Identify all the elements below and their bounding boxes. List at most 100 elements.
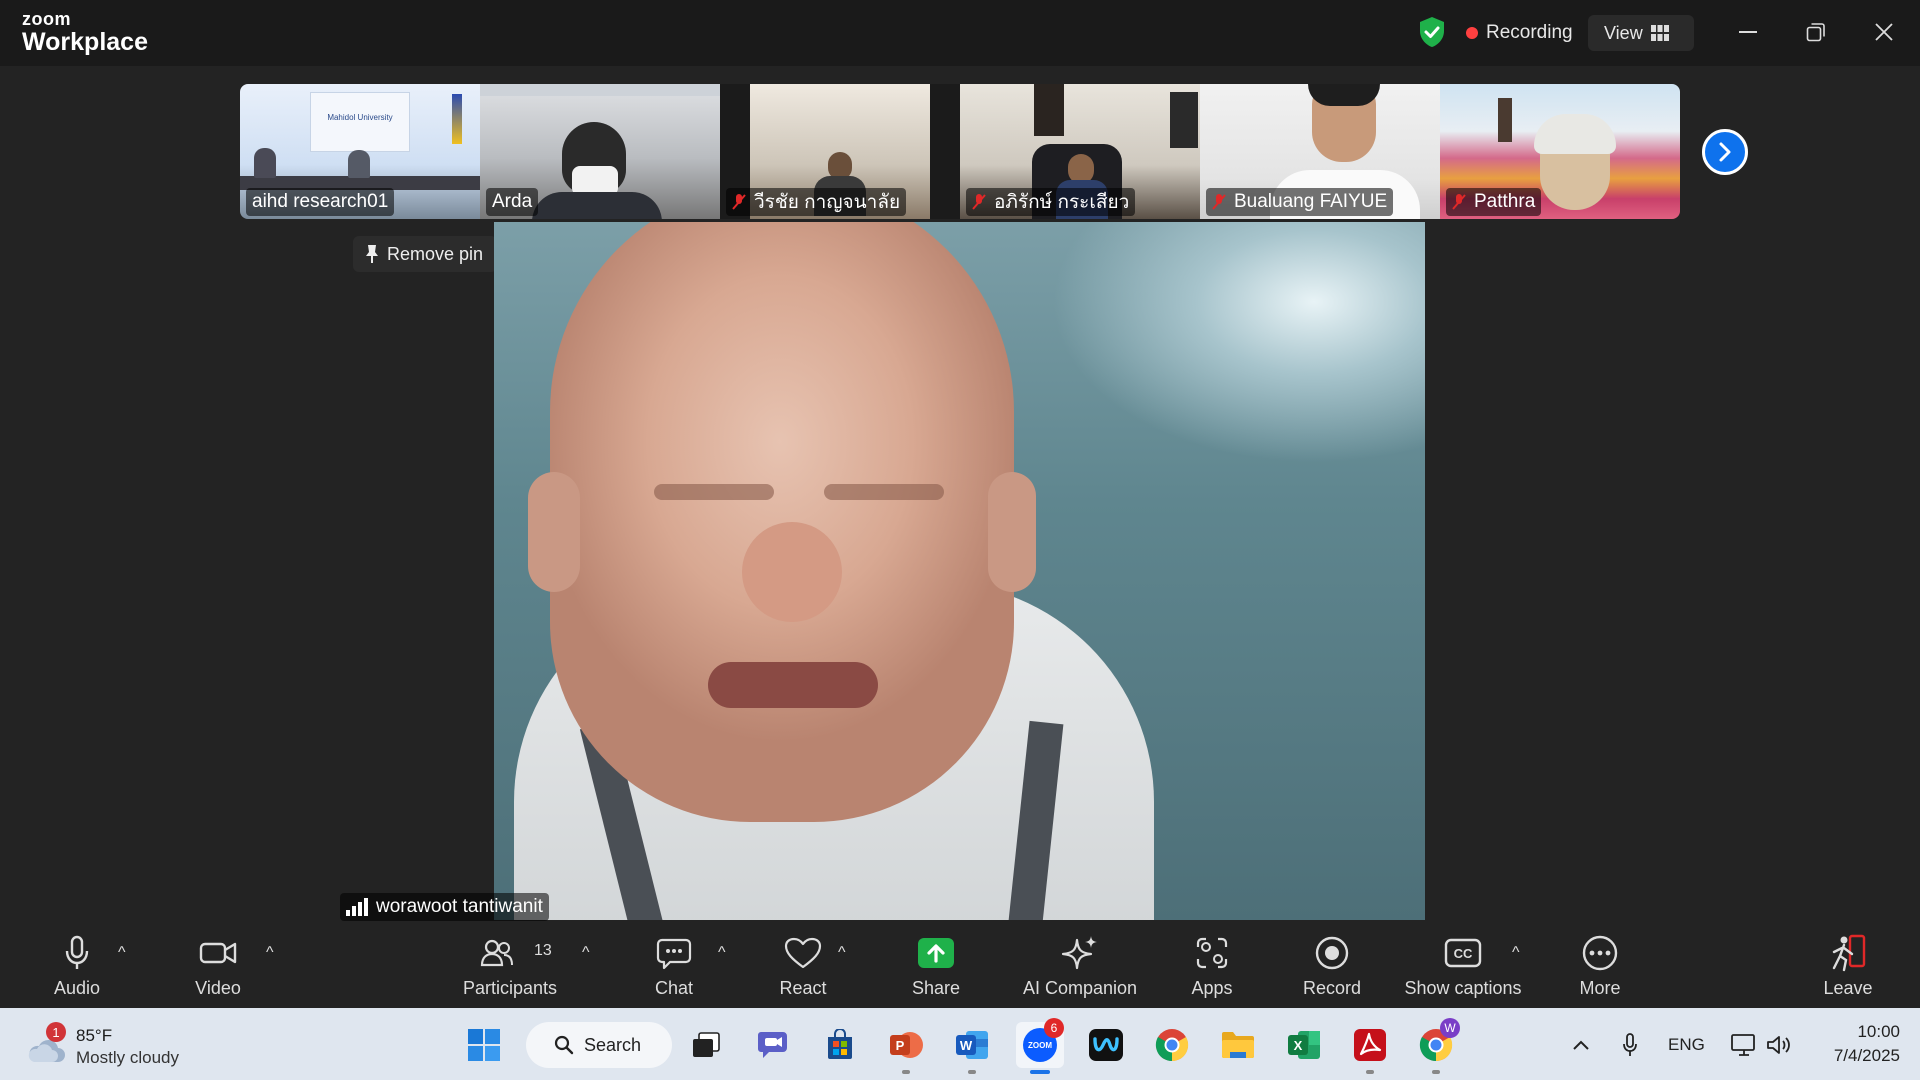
captions-options-caret[interactable]: ^ bbox=[1512, 944, 1520, 962]
restore-button[interactable] bbox=[1794, 14, 1838, 50]
microsoft-store-icon bbox=[828, 1029, 852, 1059]
mic-muted-icon bbox=[1452, 194, 1466, 210]
task-view-icon bbox=[693, 1032, 720, 1057]
task-view-button[interactable] bbox=[682, 1022, 730, 1068]
participant-tile[interactable]: Patthra bbox=[1440, 84, 1680, 219]
recording-dot-icon bbox=[1466, 27, 1478, 39]
pinned-video[interactable] bbox=[494, 222, 1425, 920]
video-options-caret[interactable]: ^ bbox=[266, 944, 274, 962]
weather-alert-badge: 1 bbox=[46, 1022, 66, 1042]
react-button[interactable]: React bbox=[776, 932, 830, 1008]
remove-pin-label: Remove pin bbox=[387, 243, 484, 264]
recording-indicator[interactable]: Recording bbox=[1466, 18, 1573, 48]
windows-start-icon bbox=[468, 1029, 500, 1061]
taskbar-app-chrome-profile[interactable]: W bbox=[1412, 1018, 1460, 1074]
more-button[interactable]: More bbox=[1576, 932, 1624, 1008]
system-clock[interactable]: 10:00 7/4/2025 bbox=[1800, 1020, 1900, 1068]
participants-options-caret[interactable]: ^ bbox=[582, 944, 590, 962]
encryption-shield-icon[interactable] bbox=[1418, 16, 1446, 48]
share-label: Share bbox=[911, 978, 961, 998]
flag bbox=[452, 94, 462, 144]
participant-name: aihd research01 bbox=[252, 191, 389, 212]
remove-pin-button[interactable]: Remove pin bbox=[353, 236, 498, 272]
participant-tile[interactable]: Bualuang FAIYUE bbox=[1200, 84, 1440, 219]
minimize-icon bbox=[1739, 31, 1757, 33]
react-options-caret[interactable]: ^ bbox=[838, 944, 846, 962]
video-button[interactable]: Video bbox=[188, 932, 248, 1008]
taskbar-app-acrobat[interactable] bbox=[1346, 1022, 1394, 1074]
participants-button[interactable]: 13 Participants bbox=[458, 932, 562, 1008]
taskbar-app-powerpoint[interactable]: P bbox=[882, 1022, 930, 1074]
tray-network[interactable] bbox=[1730, 1030, 1758, 1060]
zoom-logo-text: ZOOM bbox=[1028, 1041, 1052, 1050]
zoom-notification-badge: 6 bbox=[1044, 1018, 1064, 1038]
chat-options-caret[interactable]: ^ bbox=[718, 944, 726, 962]
leave-label: Leave bbox=[1823, 978, 1873, 998]
taskbar-app-chrome[interactable] bbox=[1148, 1022, 1196, 1068]
participant-tile[interactable]: วีรชัย กาญจนาลัย bbox=[720, 84, 960, 219]
next-page-button[interactable] bbox=[1702, 129, 1748, 175]
microphone-icon bbox=[1623, 1033, 1637, 1056]
taskbar-app-excel[interactable]: X bbox=[1280, 1022, 1328, 1068]
university-banner: Mahidol University bbox=[310, 92, 410, 152]
taskbar-app-teams-meeting[interactable] bbox=[750, 1022, 798, 1068]
close-button[interactable] bbox=[1862, 14, 1906, 50]
chat-button[interactable]: Chat bbox=[648, 932, 700, 1008]
folder-icon bbox=[1222, 1032, 1254, 1058]
audio-options-caret[interactable]: ^ bbox=[118, 944, 126, 962]
apps-button[interactable]: Apps bbox=[1188, 932, 1236, 1008]
record-icon bbox=[1315, 936, 1349, 970]
chat-label: Chat bbox=[654, 978, 694, 998]
network-icon bbox=[1731, 1034, 1755, 1056]
taskbar-search[interactable]: Search bbox=[526, 1022, 672, 1068]
chrome-profile-badge: W bbox=[1440, 1018, 1460, 1038]
windows-taskbar: 1 85°F Mostly cloudy Search P W ZOOM 6 X bbox=[0, 1008, 1920, 1080]
show-captions-label: Show captions bbox=[1404, 978, 1522, 998]
taskbar-app-webex[interactable] bbox=[1082, 1022, 1130, 1068]
ai-sparkle-icon bbox=[1061, 936, 1097, 970]
share-screen-icon bbox=[918, 938, 954, 968]
closed-captions-icon: CC bbox=[1444, 938, 1482, 968]
participant-tile[interactable]: Arda bbox=[480, 84, 720, 219]
minimize-button[interactable] bbox=[1726, 14, 1770, 50]
excel-icon: X bbox=[1288, 1031, 1320, 1059]
wall-frame bbox=[1034, 84, 1064, 136]
ai-companion-button[interactable]: AI Companion bbox=[1016, 932, 1144, 1008]
taskbar-app-zoom[interactable]: ZOOM 6 bbox=[1016, 1018, 1064, 1074]
participant-tile[interactable]: Mahidol University aihd research01 bbox=[240, 84, 480, 219]
start-button[interactable] bbox=[460, 1022, 508, 1068]
share-button[interactable]: Share bbox=[908, 932, 964, 1008]
signal-strength-icon bbox=[346, 898, 368, 916]
show-hidden-icons-button[interactable] bbox=[1572, 1030, 1590, 1060]
chevron-right-icon bbox=[1719, 142, 1731, 162]
leave-button[interactable]: Leave bbox=[1823, 932, 1873, 1008]
record-button[interactable]: Record bbox=[1302, 932, 1362, 1008]
search-icon bbox=[554, 1035, 574, 1055]
active-indicator bbox=[1030, 1070, 1050, 1074]
running-indicator bbox=[968, 1070, 976, 1074]
participant-name-tag: Arda bbox=[486, 188, 539, 216]
apps-icon bbox=[1196, 937, 1228, 969]
person-silhouette bbox=[254, 148, 276, 178]
grid-view-icon bbox=[1650, 25, 1669, 41]
taskbar-app-store[interactable] bbox=[816, 1022, 864, 1068]
tray-microphone[interactable] bbox=[1622, 1030, 1638, 1060]
app-logo: zoom Workplace bbox=[22, 10, 148, 55]
input-language[interactable]: ENG bbox=[1668, 1030, 1705, 1060]
apps-label: Apps bbox=[1191, 978, 1233, 998]
audio-button[interactable]: Audio bbox=[48, 932, 106, 1008]
show-captions-button[interactable]: CC Show captions bbox=[1402, 932, 1524, 1008]
person-hair bbox=[1534, 114, 1616, 154]
taskbar-app-file-explorer[interactable] bbox=[1214, 1022, 1262, 1068]
participant-name-tag: Bualuang FAIYUE bbox=[1206, 188, 1394, 216]
participant-name-tag: วีรชัย กาญจนาลัย bbox=[726, 188, 907, 216]
view-button[interactable]: View bbox=[1588, 15, 1694, 51]
participant-name-tag: aihd research01 bbox=[246, 188, 395, 216]
tray-volume[interactable] bbox=[1766, 1030, 1792, 1060]
video-label: Video bbox=[195, 978, 241, 998]
chevron-up-icon bbox=[1573, 1040, 1589, 1050]
participant-tile[interactable]: อภิรักษ์ กระเสียว bbox=[960, 84, 1200, 219]
taskbar-app-word[interactable]: W bbox=[948, 1022, 996, 1074]
acrobat-pdf-icon bbox=[1354, 1029, 1386, 1061]
participants-label: Participants bbox=[462, 978, 558, 998]
